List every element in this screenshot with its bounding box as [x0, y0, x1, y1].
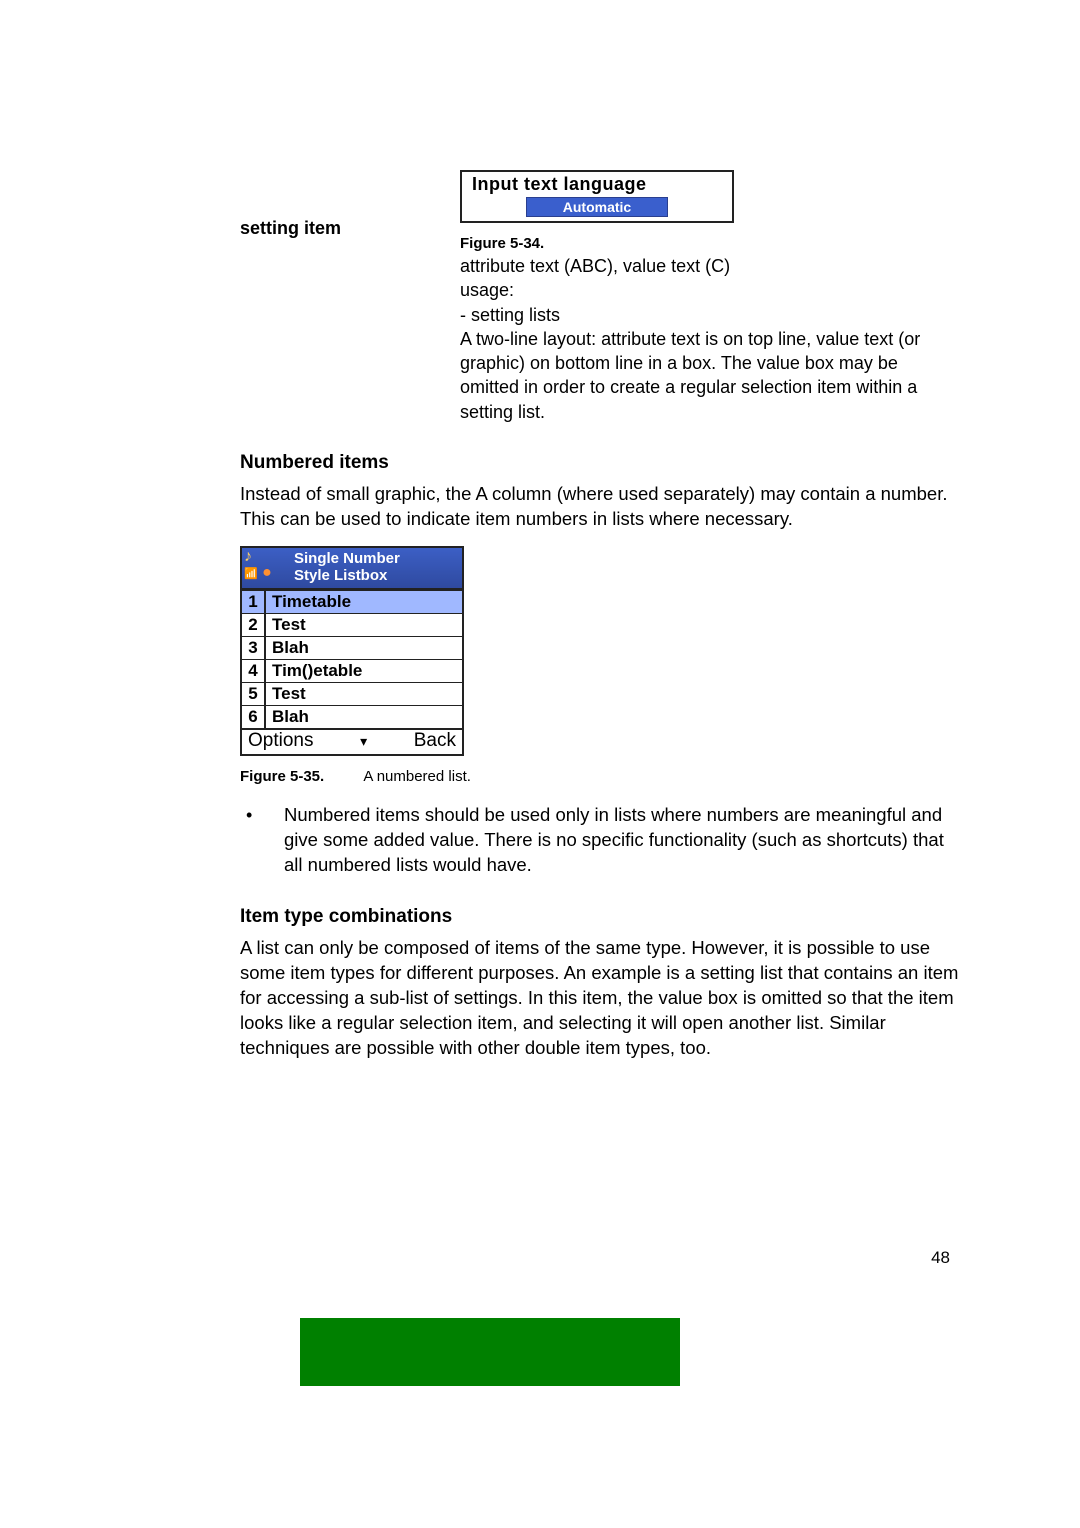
fig34-desc-para: A two-line layout: attribute text is on … — [460, 329, 920, 422]
figure-5-34-column: Input text language Automatic Figure 5-3… — [460, 170, 960, 424]
list-item-number: 1 — [242, 591, 266, 613]
softkey-left[interactable]: Options — [248, 730, 313, 752]
numbered-items-heading: Numbered items — [240, 452, 960, 474]
signal-icon: 📶 — [244, 568, 258, 580]
figure-5-34-description: attribute text (ABC), value text (C) usa… — [460, 254, 960, 424]
list-item[interactable]: 1 Timetable — [242, 590, 462, 614]
list-item[interactable]: 4 Tim()etable — [242, 660, 462, 683]
page: setting item Input text language Automat… — [0, 0, 1080, 1528]
list-item-number: 6 — [242, 706, 266, 728]
list-item[interactable]: 3 Blah — [242, 637, 462, 660]
figure-5-35-text: A numbered list. — [363, 768, 471, 785]
setting-attribute-text: Input text language — [462, 172, 732, 197]
setting-item-label: setting item — [240, 170, 440, 239]
bullet-text: Numbered items should be used only in li… — [284, 803, 960, 878]
phone-list: 1 Timetable 2 Test 3 Blah 4 Tim()etable … — [242, 590, 462, 728]
phone-status-icons: ♪ 📶 ● — [244, 549, 272, 582]
footer-green-bar — [300, 1318, 680, 1386]
list-item[interactable]: 2 Test — [242, 614, 462, 637]
phone-screenshot: ♪ 📶 ● Single Number Style Listbox 1 Time… — [240, 546, 464, 756]
fig34-desc-line2: usage: — [460, 280, 514, 300]
item-type-combinations-heading: Item type combinations — [240, 906, 960, 928]
phone-softkey-bar: Options ▾ Back — [242, 728, 462, 754]
fig34-desc-line1: attribute text (ABC), value text (C) — [460, 256, 730, 276]
setting-item-row: setting item Input text language Automat… — [240, 170, 960, 424]
phone-titlebar: ♪ 📶 ● Single Number Style Listbox — [242, 548, 462, 590]
list-item-number: 5 — [242, 683, 266, 705]
list-item-number: 4 — [242, 660, 266, 682]
bullet-dot-icon: • — [240, 803, 284, 878]
list-item-text: Blah — [266, 706, 462, 728]
list-item-text: Timetable — [266, 591, 462, 613]
list-item[interactable]: 5 Test — [242, 683, 462, 706]
list-item[interactable]: 6 Blah — [242, 706, 462, 728]
fig34-desc-line3: - setting lists — [460, 305, 560, 325]
music-icon: ♪ — [244, 548, 252, 565]
softkey-down-icon[interactable]: ▾ — [360, 733, 367, 750]
list-item-text: Blah — [266, 637, 462, 659]
ball-icon: ● — [262, 564, 272, 581]
list-item-text: Tim()etable — [266, 660, 462, 682]
softkey-right[interactable]: Back — [414, 730, 456, 752]
list-item-text: Test — [266, 614, 462, 636]
bullet-item: • Numbered items should be used only in … — [240, 803, 960, 878]
list-item-number: 2 — [242, 614, 266, 636]
phone-title-line2: Style Listbox — [294, 567, 458, 584]
phone-title-line1: Single Number — [294, 550, 458, 567]
list-item-text: Test — [266, 683, 462, 705]
numbered-items-paragraph: Instead of small graphic, the A column (… — [240, 482, 960, 532]
setting-value-box: Automatic — [526, 197, 668, 217]
figure-5-34-label: Figure 5-34. — [460, 235, 960, 252]
setting-value-row: Automatic — [462, 197, 732, 217]
item-type-combinations-paragraph: A list can only be composed of items of … — [240, 936, 960, 1061]
figure-5-35-label: Figure 5-35. — [240, 768, 360, 785]
setting-item-example: Input text language Automatic — [460, 170, 734, 223]
figure-5-35-caption: Figure 5-35. A numbered list. — [240, 768, 960, 785]
list-item-number: 3 — [242, 637, 266, 659]
page-number: 48 — [931, 1248, 950, 1268]
